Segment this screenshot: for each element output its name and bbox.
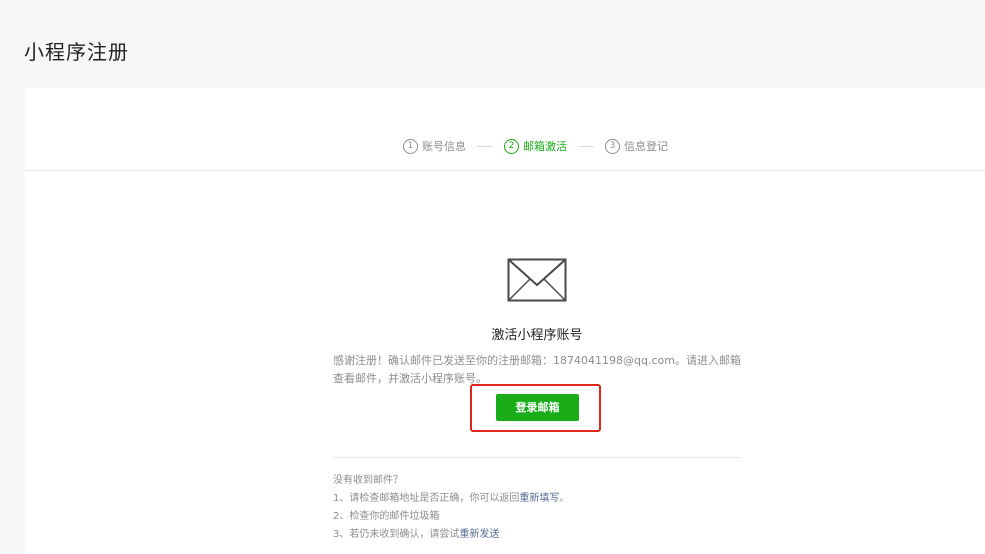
step-email-activation: 2 邮箱激活 (504, 138, 567, 154)
refill-link[interactable]: 重新填写 (519, 493, 559, 504)
help-item-2: 2、检查你的邮件垃圾箱 (333, 511, 440, 522)
step-indicator: 1 账号信息 2 邮箱激活 3 信息登记 (403, 137, 668, 155)
registration-card: 1 账号信息 2 邮箱激活 3 信息登记 激活小程序账号 感谢注册！确认邮件已发… (25, 88, 985, 554)
page-title: 小程序注册 (24, 40, 129, 64)
step-number-1: 1 (403, 138, 418, 154)
activation-heading: 激活小程序账号 (491, 328, 583, 343)
steps-bar: 1 账号信息 2 邮箱激活 3 信息登记 (25, 88, 985, 171)
help-item-3: 3、若仍未收到确认，请尝试重新发送 (333, 526, 741, 544)
resend-link[interactable]: 重新发送 (459, 529, 499, 540)
divider (333, 457, 741, 458)
step-connector (578, 145, 594, 147)
help-item-1: 1、请检查邮箱地址是否正确，你可以返回重新填写。 (333, 490, 741, 508)
login-email-button[interactable]: 登录邮箱 (496, 394, 579, 421)
help-item-3-text: 3、若仍未收到确认，请尝试 (333, 529, 460, 540)
help-item-1-text: 1、请检查邮箱地址是否正确，你可以返回 (333, 493, 520, 504)
help-item-1-suffix: 。 (559, 493, 570, 504)
step-connector (477, 145, 493, 147)
activation-description: 感谢注册！确认邮件已发送至你的注册邮箱：1874041198@qq.com。请进… (333, 354, 741, 385)
step-account-info: 1 账号信息 (403, 138, 466, 154)
step-number-2: 2 (504, 138, 519, 154)
step-info-registration: 3 信息登记 (605, 138, 668, 154)
step-label-info-registration: 信息登记 (624, 140, 668, 153)
step-number-3: 3 (605, 138, 620, 154)
help-title: 没有收到邮件？ (333, 475, 403, 486)
help-section: 没有收到邮件？ 1、请检查邮箱地址是否正确，你可以返回重新填写。 2、检查你的邮… (333, 472, 741, 544)
step-label-account-info: 账号信息 (422, 140, 466, 153)
highlight-box: 登录邮箱 (470, 384, 601, 432)
step-label-email-activation: 邮箱激活 (523, 140, 567, 153)
envelope-icon (507, 258, 567, 302)
